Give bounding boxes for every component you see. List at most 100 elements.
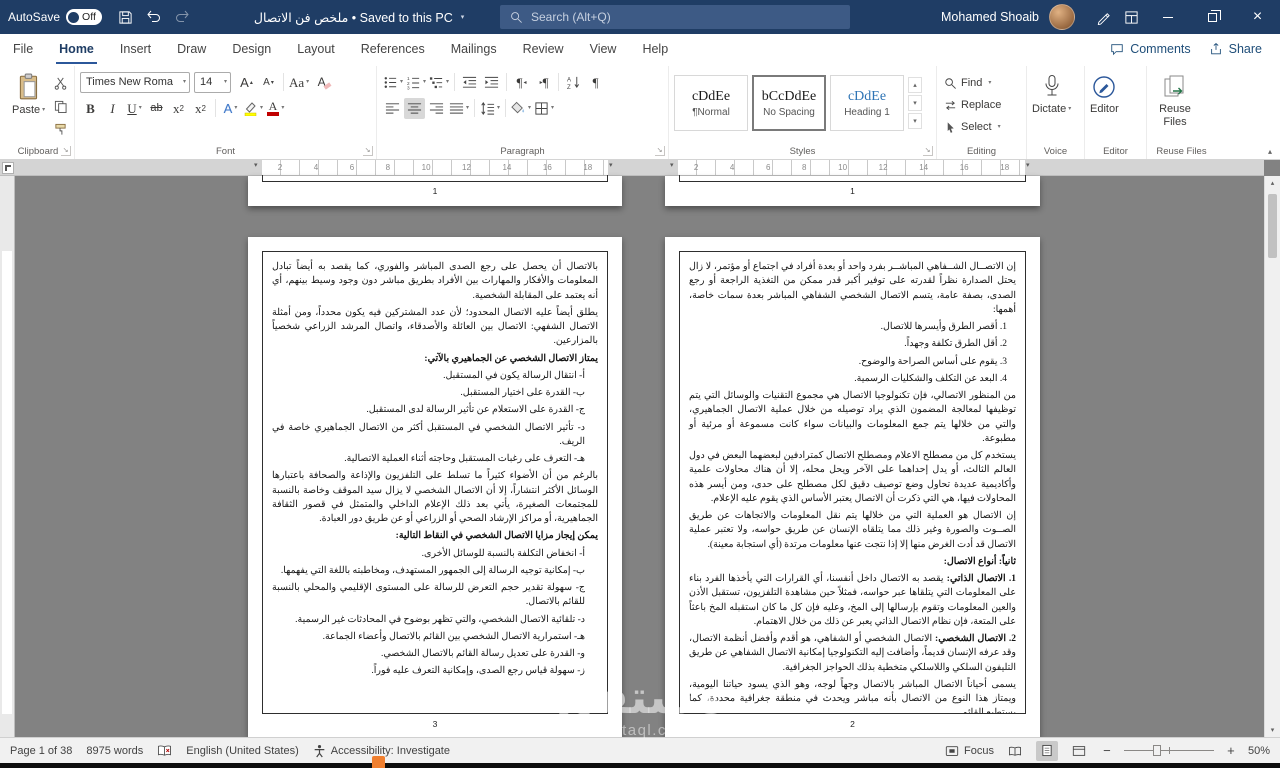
tab-view[interactable]: View	[577, 34, 630, 64]
shading-button[interactable]: ▾	[510, 98, 532, 119]
close-button[interactable]: ×	[1235, 0, 1280, 34]
clipboard-dialog-launcher[interactable]: ↘	[61, 146, 71, 156]
font-dialog-launcher[interactable]: ↘	[363, 146, 373, 156]
page-3[interactable]: بالاتصال أن يحصل على رجع الصدى المباشر و…	[248, 237, 622, 737]
ink-pen-button[interactable]	[1089, 3, 1117, 31]
underline-button[interactable]: U ▾	[124, 98, 145, 119]
ltr-paragraph-button[interactable]: ▸ ¶	[533, 72, 554, 93]
document-title[interactable]: ملخص فن الاتصال • Saved to this PC ▾	[254, 10, 464, 25]
tab-layout[interactable]: Layout	[284, 34, 348, 64]
web-layout-button[interactable]	[1068, 741, 1090, 761]
tab-home[interactable]: Home	[46, 34, 107, 64]
superscript-button[interactable]: x2	[190, 98, 211, 119]
highlight-button[interactable]: ▾	[242, 98, 264, 119]
page-indicator[interactable]: Page 1 of 38	[10, 745, 72, 757]
tab-review[interactable]: Review	[510, 34, 577, 64]
page-2[interactable]: إن الاتصــال الشــفاهي المباشــر بفرد وا…	[665, 237, 1040, 737]
comments-button[interactable]: Comments	[1110, 42, 1191, 56]
reuse-files-button[interactable]: Reuse Files	[1152, 69, 1198, 128]
scroll-down-icon[interactable]: ▾	[1265, 726, 1280, 734]
text-effects-button[interactable]: A ▾	[220, 98, 241, 119]
style-normal[interactable]: cDdEe ¶Normal	[674, 75, 748, 131]
styles-scroll-down-button[interactable]: ▾	[908, 95, 922, 111]
minimize-button[interactable]	[1145, 0, 1190, 34]
strikethrough-button[interactable]: ab	[146, 98, 167, 119]
show-paragraph-marks-button[interactable]: ¶	[585, 72, 606, 93]
indent-marker-icon[interactable]: ▾	[1026, 162, 1030, 169]
rtl-paragraph-button[interactable]: ¶ ◂	[511, 72, 532, 93]
font-color-button[interactable]: A ▾	[265, 98, 286, 119]
read-mode-button[interactable]	[1004, 741, 1026, 761]
styles-gallery-expand-button[interactable]: ▾	[908, 113, 922, 129]
undo-button[interactable]	[140, 3, 168, 31]
share-button[interactable]: Share	[1209, 42, 1262, 56]
indent-marker-icon[interactable]: ▾	[670, 162, 674, 169]
align-left-button[interactable]	[382, 98, 403, 119]
shrink-font-button[interactable]: A ▾	[258, 72, 279, 93]
tab-selector[interactable]	[2, 162, 14, 174]
maximize-button[interactable]	[1190, 0, 1235, 34]
autosave-toggle[interactable]: AutoSave Off	[8, 9, 102, 25]
paragraph-dialog-launcher[interactable]: ↘	[655, 146, 665, 156]
align-center-button[interactable]	[404, 97, 425, 119]
paste-button[interactable]: Paste ▾	[7, 69, 50, 140]
font-name-select[interactable]: Times New Roma ▾	[80, 71, 190, 93]
styles-scroll-up-button[interactable]: ▴	[908, 77, 922, 93]
search-box[interactable]: Search (Alt+Q)	[500, 5, 850, 29]
page-1-left-partial[interactable]: 1	[248, 175, 622, 206]
vertical-scrollbar[interactable]: ▴ ▾	[1264, 176, 1280, 737]
vertical-ruler[interactable]	[0, 176, 15, 737]
dictate-button[interactable]: Dictate ▾	[1032, 69, 1071, 115]
indent-marker-icon[interactable]: ▾	[254, 162, 258, 169]
user-name[interactable]: Mohamed Shoaib	[941, 10, 1039, 24]
zoom-level[interactable]: 50%	[1248, 745, 1270, 757]
tab-references[interactable]: References	[348, 34, 438, 64]
scrollbar-thumb[interactable]	[1268, 194, 1277, 258]
change-case-button[interactable]: Aa ▾	[288, 72, 310, 93]
multilevel-list-button[interactable]: ▾	[428, 72, 450, 93]
bold-button[interactable]: B	[80, 98, 101, 119]
scroll-up-icon[interactable]: ▴	[1265, 179, 1280, 187]
style-heading1[interactable]: cDdEe Heading 1	[830, 75, 904, 131]
avatar[interactable]	[1049, 4, 1075, 30]
font-size-select[interactable]: 14 ▾	[194, 71, 231, 93]
decrease-indent-button[interactable]	[459, 72, 480, 93]
line-spacing-button[interactable]: ▾	[479, 98, 501, 119]
ruler-right-page-zone[interactable]: 2 4 6 8 10 12 14 16 18	[678, 160, 1025, 175]
redo-button[interactable]	[168, 3, 196, 31]
align-right-button[interactable]	[426, 98, 447, 119]
ribbon-display-options-button[interactable]	[1117, 3, 1145, 31]
ruler-left-page-zone[interactable]: 2 4 6 8 10 12 14 16 18	[262, 160, 608, 175]
tab-file[interactable]: File	[0, 34, 46, 64]
tab-mailings[interactable]: Mailings	[438, 34, 510, 64]
save-button[interactable]	[112, 3, 140, 31]
tab-draw[interactable]: Draw	[164, 34, 219, 64]
zoom-in-button[interactable]: +	[1224, 743, 1238, 758]
copy-button[interactable]	[50, 96, 71, 117]
subscript-button[interactable]: x2	[168, 98, 189, 119]
numbering-button[interactable]: 1 2 3 ▾	[405, 72, 427, 93]
zoom-slider-thumb[interactable]	[1152, 745, 1161, 756]
increase-indent-button[interactable]	[481, 72, 502, 93]
horizontal-ruler[interactable]: 2 4 6 8 10 12 14 16 18 2 4 6 8 10 12 14 …	[0, 160, 1264, 176]
page-1-right-partial[interactable]: 1	[665, 175, 1040, 206]
italic-button[interactable]: I	[102, 98, 123, 119]
borders-button[interactable]: ▾	[533, 98, 555, 119]
word-count[interactable]: 8975 words	[86, 745, 143, 757]
find-button[interactable]: Find ▾	[942, 72, 1021, 94]
cut-button[interactable]	[50, 73, 71, 94]
grow-font-button[interactable]: A ▴	[236, 72, 257, 93]
clear-formatting-button[interactable]: A	[311, 72, 332, 93]
sort-button[interactable]: AZ	[563, 72, 584, 93]
proofing-status[interactable]	[157, 744, 172, 757]
tab-design[interactable]: Design	[219, 34, 284, 64]
indent-marker-icon[interactable]: ▾	[609, 162, 613, 169]
tab-help[interactable]: Help	[629, 34, 681, 64]
replace-button[interactable]: Replace	[942, 94, 1021, 116]
zoom-out-button[interactable]: −	[1100, 743, 1114, 758]
focus-button[interactable]: Focus	[945, 745, 994, 757]
justify-button[interactable]: ▾	[448, 98, 470, 119]
collapse-ribbon-button[interactable]: ▴	[1268, 147, 1272, 156]
bullets-button[interactable]: ▾	[382, 72, 404, 93]
format-painter-button[interactable]	[50, 119, 71, 140]
